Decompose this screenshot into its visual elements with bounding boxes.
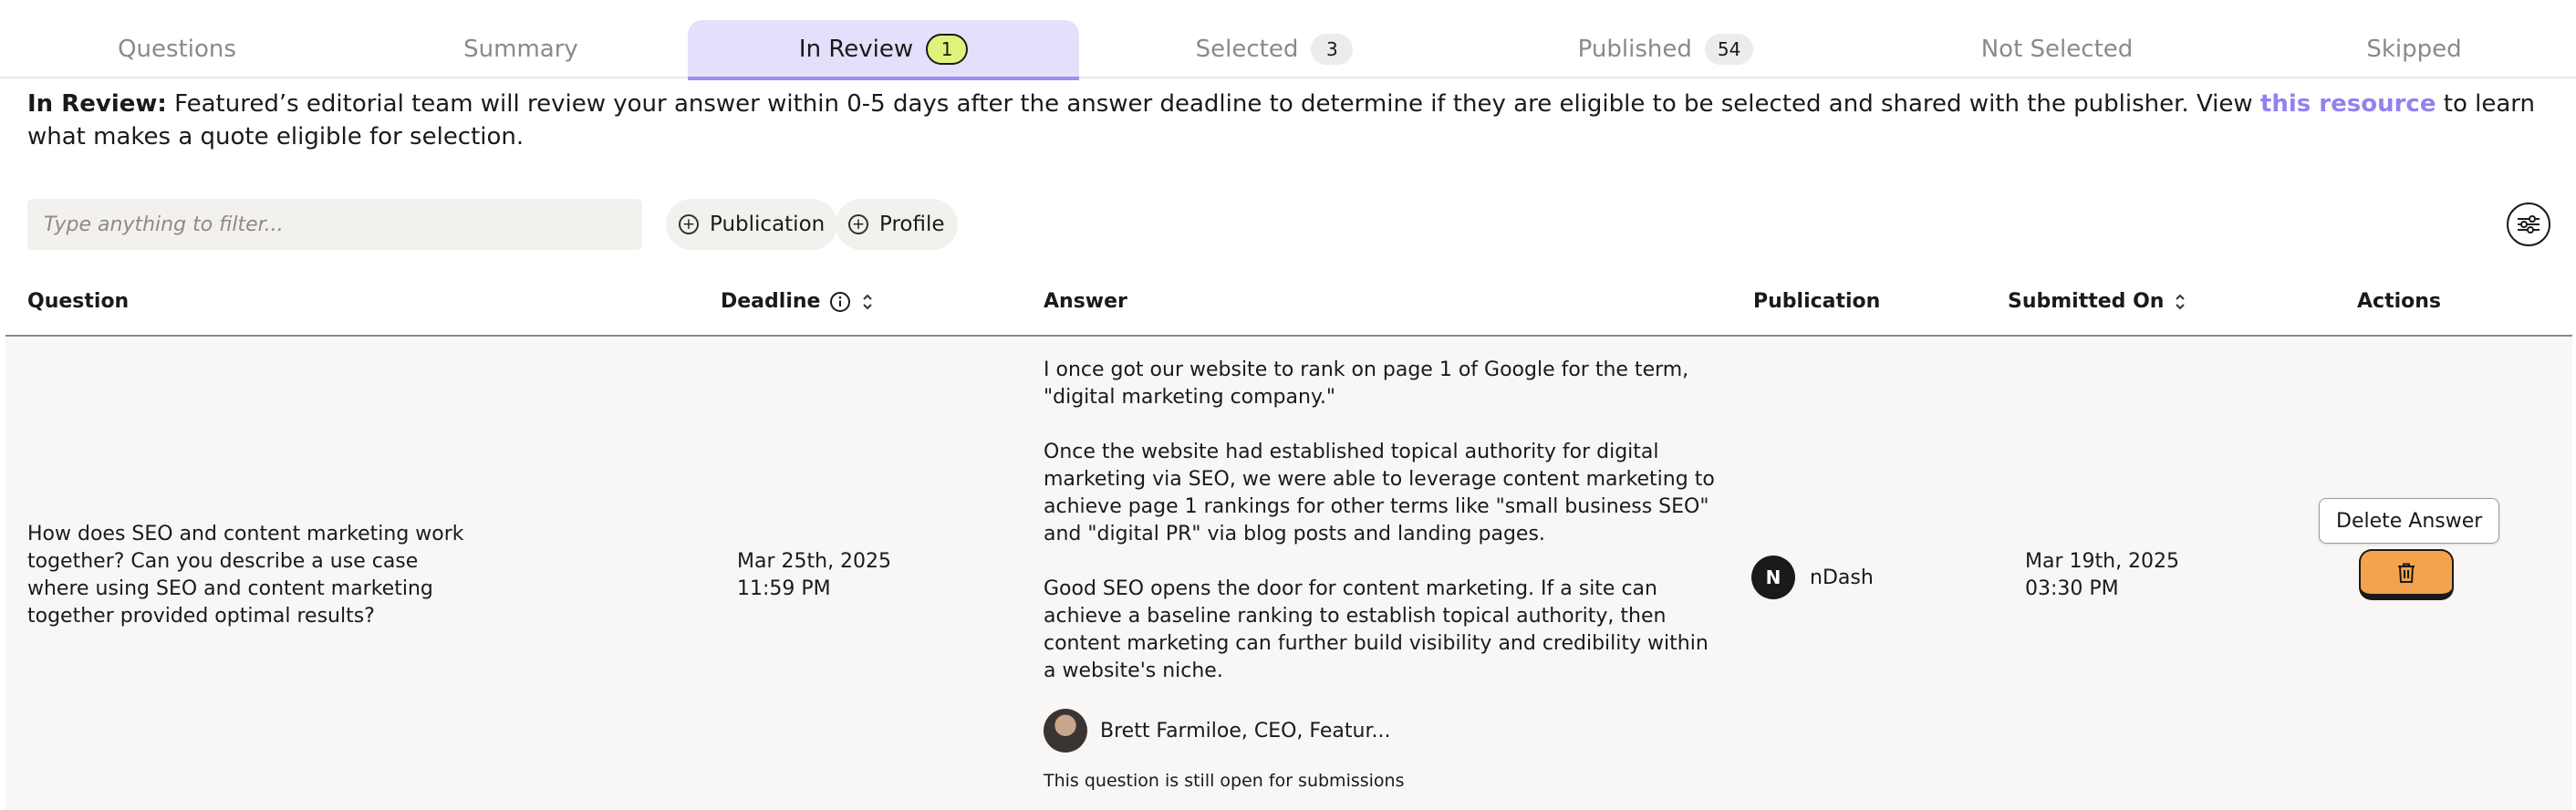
tab-count-badge: 54 <box>1704 34 1754 65</box>
deadline-date: Mar 25th, 2025 <box>737 550 892 573</box>
author-name: Brett Farmiloe, CEO, Featur... <box>1100 719 1391 742</box>
column-header-publication: Publication <box>1753 290 1880 313</box>
submitted-cell: Mar 19th, 2025 03:30 PM <box>2025 548 2179 603</box>
tab-label: Questions <box>118 36 236 63</box>
answer-paragraph: I once got our website to rank on page 1… <box>1044 358 1689 409</box>
tab-label: Summary <box>463 36 578 63</box>
info-circle-icon[interactable] <box>829 291 851 313</box>
column-header-actions: Actions <box>2357 290 2441 313</box>
chip-label: Publication <box>710 213 826 236</box>
tab-in-review[interactable]: In Review 1 <box>688 20 1079 80</box>
info-label: In Review: <box>27 90 167 118</box>
publication-cell: N nDash <box>1751 556 1874 599</box>
tab-not-selected[interactable]: Not Selected <box>1862 20 2252 78</box>
filter-input[interactable] <box>27 199 642 250</box>
sort-arrows-icon[interactable] <box>2173 292 2187 312</box>
sort-arrows-icon[interactable] <box>860 292 875 312</box>
sliders-icon <box>2518 215 2540 234</box>
column-header-answer: Answer <box>1044 290 1127 313</box>
table-row: How does SEO and content marketing work … <box>5 337 2572 810</box>
submission-status-note: This question is still open for submissi… <box>1044 771 1405 791</box>
tab-label: Selected <box>1195 36 1299 63</box>
resource-link[interactable]: this resource <box>2260 90 2436 118</box>
tab-label: Skipped <box>2366 36 2462 63</box>
tab-selected[interactable]: Selected 3 <box>1079 20 1470 78</box>
submitted-time: 03:30 PM <box>2025 577 2119 600</box>
header-label: Deadline <box>721 290 821 313</box>
delete-answer-tooltip: Delete Answer <box>2319 498 2500 544</box>
header-label: Answer <box>1044 290 1127 313</box>
publication-avatar: N <box>1751 556 1795 599</box>
deadline-time: 11:59 PM <box>737 577 831 600</box>
tab-count-badge: 3 <box>1311 34 1354 65</box>
tab-bar: Questions Summary In Review 1 Selected 3… <box>0 20 2576 80</box>
deadline-cell: Mar 25th, 2025 11:59 PM <box>737 548 891 603</box>
header-label: Publication <box>1753 290 1881 313</box>
header-label: Question <box>27 290 130 313</box>
tab-published[interactable]: Published 54 <box>1470 20 1862 78</box>
submitted-date: Mar 19th, 2025 <box>2025 550 2180 573</box>
column-header-question: Question <box>27 290 129 313</box>
column-header-submitted[interactable]: Submitted On <box>2008 290 2187 313</box>
tab-label: Not Selected <box>1980 36 2134 63</box>
answer-text: I once got our website to rank on page 1… <box>1044 357 1719 712</box>
tab-label: Published <box>1577 36 1692 63</box>
trash-icon <box>2398 563 2415 583</box>
question-text: How does SEO and content marketing work … <box>27 523 464 628</box>
publication-filter-chip[interactable]: + Publication <box>666 199 838 250</box>
plus-circle-icon: + <box>679 214 699 234</box>
profile-filter-chip[interactable]: + Profile <box>836 199 958 250</box>
tab-label: In Review <box>798 36 914 63</box>
header-label: Actions <box>2357 290 2441 313</box>
answer-paragraph: Once the website had established topical… <box>1044 441 1715 545</box>
delete-answer-button[interactable] <box>2359 549 2454 600</box>
answer-author: Brett Farmiloe, CEO, Featur... <box>1044 709 1390 753</box>
tab-questions[interactable]: Questions <box>0 20 354 78</box>
tab-summary[interactable]: Summary <box>354 20 688 78</box>
filter-settings-button[interactable] <box>2507 202 2550 246</box>
header-label: Submitted On <box>2008 290 2165 313</box>
avatar <box>1044 709 1087 753</box>
info-text-before: Featured’s editorial team will review yo… <box>174 90 2253 118</box>
tab-count-badge: 1 <box>926 34 969 65</box>
chip-label: Profile <box>879 213 945 236</box>
column-header-deadline[interactable]: Deadline <box>721 290 875 313</box>
publication-name: nDash <box>1810 566 1874 589</box>
tab-skipped[interactable]: Skipped <box>2252 20 2576 78</box>
review-info-text: In Review: Featured’s editorial team wil… <box>27 88 2545 153</box>
answer-paragraph: Good SEO opens the door for content mark… <box>1044 577 1709 682</box>
plus-circle-icon: + <box>848 214 868 234</box>
